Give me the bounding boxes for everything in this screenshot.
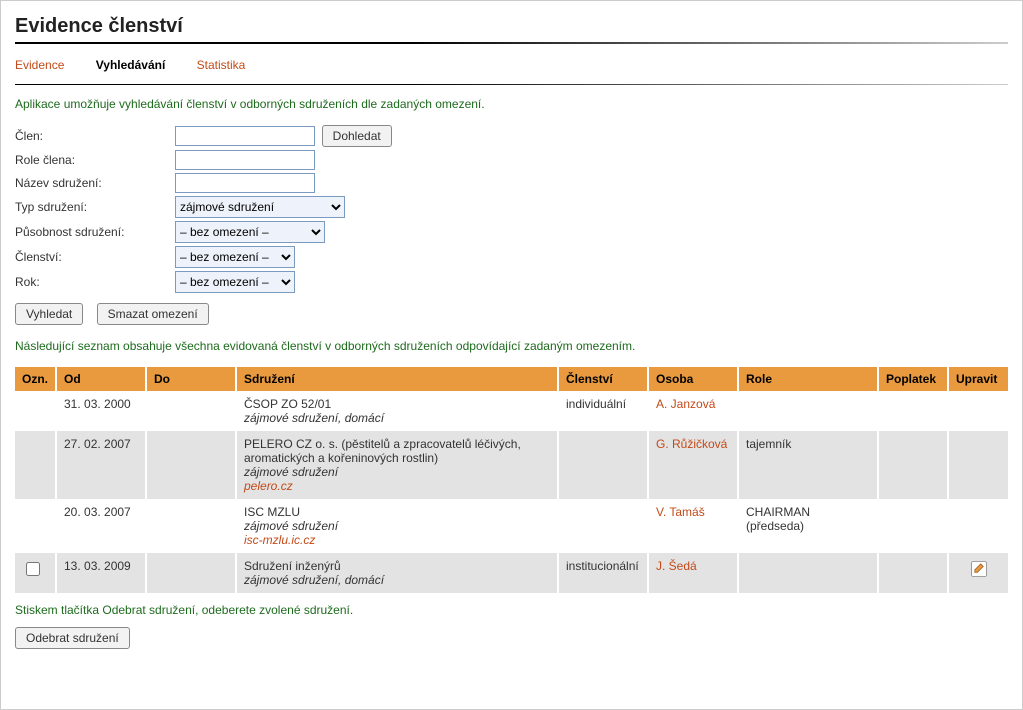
typ-label: Typ sdružení: [15,200,175,214]
results-text: Následující seznam obsahuje všechna evid… [15,339,1008,353]
pusobnost-label: Působnost sdružení: [15,225,175,239]
odebrat-button[interactable]: Odebrat sdružení [15,627,130,649]
role-input[interactable] [175,150,315,170]
sdruzeni-link[interactable]: isc-mzlu.ic.cz [244,533,550,547]
cell-upravit [948,391,1008,431]
sdruzeni-subtype: zájmové sdružení, domácí [244,573,550,587]
tab-statistika[interactable]: Statistika [197,58,246,72]
sdruzeni-name: Sdružení inženýrů [244,559,550,573]
cell-od: 27. 02. 2007 [56,431,146,499]
cell-clenstvi [558,431,648,499]
cell-poplatek [878,391,948,431]
sdruzeni-name: PELERO CZ o. s. (pěstitelů a zpracovatel… [244,437,550,465]
cell-upravit [948,553,1008,593]
cell-role: CHAIRMAN (předseda) [738,499,878,553]
cell-sdruzeni: PELERO CZ o. s. (pěstitelů a zpracovatel… [236,431,558,499]
cell-clenstvi [558,499,648,553]
sdruzeni-subtype: zájmové sdružení, domácí [244,411,550,425]
tab-vyhledavani[interactable]: Vyhledávání [96,58,166,72]
th-upravit: Upravit [948,367,1008,391]
cell-do [146,499,236,553]
rok-label: Rok: [15,275,175,289]
th-sdruzeni: Sdružení [236,367,558,391]
cell-osoba[interactable]: J. Šedá [648,553,738,593]
search-form: Člen: Dohledat Role člena: Název sdružen… [15,125,1008,325]
cell-poplatek [878,431,948,499]
edit-icon[interactable] [969,568,989,582]
divider-tabs [15,84,1008,85]
intro-text: Aplikace umožňuje vyhledávání členství v… [15,97,1008,111]
cell-od: 20. 03. 2007 [56,499,146,553]
sdruzeni-name: ČSOP ZO 52/01 [244,397,550,411]
page-title: Evidence členství [15,15,1008,38]
clen-input[interactable] [175,126,315,146]
cell-role: tajemník [738,431,878,499]
table-row: 31. 03. 2000 ČSOP ZO 52/01zájmové sdružen… [15,391,1008,431]
table-row: 27. 02. 2007 PELERO CZ o. s. (pěstitelů a… [15,431,1008,499]
th-od: Od [56,367,146,391]
th-role: Role [738,367,878,391]
cell-clenstvi: individuální [558,391,648,431]
cell-do [146,553,236,593]
clenstvi-label: Členství: [15,250,175,264]
cell-poplatek [878,499,948,553]
cell-role [738,553,878,593]
remove-note: Stiskem tlačítka Odebrat sdružení, odebe… [15,603,1008,617]
th-clenstvi: Členství [558,367,648,391]
dohledat-button[interactable]: Dohledat [322,125,392,147]
clen-label: Člen: [15,129,175,143]
rok-select[interactable]: – bez omezení – [175,271,295,293]
divider-top [15,42,1008,44]
role-label: Role člena: [15,153,175,167]
sdruzeni-link[interactable]: pelero.cz [244,479,550,493]
nazev-label: Název sdružení: [15,176,175,190]
typ-select[interactable]: zájmové sdružení [175,196,345,218]
cell-ozn [15,553,56,593]
clenstvi-select[interactable]: – bez omezení – [175,246,295,268]
cell-osoba[interactable]: V. Tamáš [648,499,738,553]
th-do: Do [146,367,236,391]
tab-bar: Evidence Vyhledávání Statistika [15,58,1008,72]
row-checkbox[interactable] [26,562,40,576]
cell-od: 13. 03. 2009 [56,553,146,593]
th-osoba: Osoba [648,367,738,391]
cell-poplatek [878,553,948,593]
cell-od: 31. 03. 2000 [56,391,146,431]
table-row: 13. 03. 2009 Sdružení inženýrůzájmové sdr… [15,553,1008,593]
sdruzeni-subtype: zájmové sdružení [244,519,550,533]
th-ozn: Ozn. [15,367,56,391]
nazev-input[interactable] [175,173,315,193]
table-row: 20. 03. 2007 ISC MZLUzájmové sdruženíisc-… [15,499,1008,553]
cell-do [146,431,236,499]
smazat-button[interactable]: Smazat omezení [97,303,209,325]
cell-ozn [15,391,56,431]
cell-ozn [15,499,56,553]
th-poplatek: Poplatek [878,367,948,391]
cell-clenstvi: institucionální [558,553,648,593]
cell-role [738,391,878,431]
tab-evidence[interactable]: Evidence [15,58,64,72]
sdruzeni-name: ISC MZLU [244,505,550,519]
cell-sdruzeni: ČSOP ZO 52/01zájmové sdružení, domácí [236,391,558,431]
cell-do [146,391,236,431]
cell-ozn [15,431,56,499]
cell-osoba[interactable]: A. Janzová [648,391,738,431]
results-table: Ozn. Od Do Sdružení Členství Osoba Role … [15,367,1008,593]
pusobnost-select[interactable]: – bez omezení – [175,221,325,243]
cell-sdruzeni: ISC MZLUzájmové sdruženíisc-mzlu.ic.cz [236,499,558,553]
cell-upravit [948,499,1008,553]
sdruzeni-subtype: zájmové sdružení [244,465,550,479]
cell-sdruzeni: Sdružení inženýrůzájmové sdružení, domác… [236,553,558,593]
vyhledat-button[interactable]: Vyhledat [15,303,83,325]
page-wrapper: Evidence členství Evidence Vyhledávání S… [0,0,1023,710]
cell-upravit [948,431,1008,499]
cell-osoba[interactable]: G. Růžičková [648,431,738,499]
